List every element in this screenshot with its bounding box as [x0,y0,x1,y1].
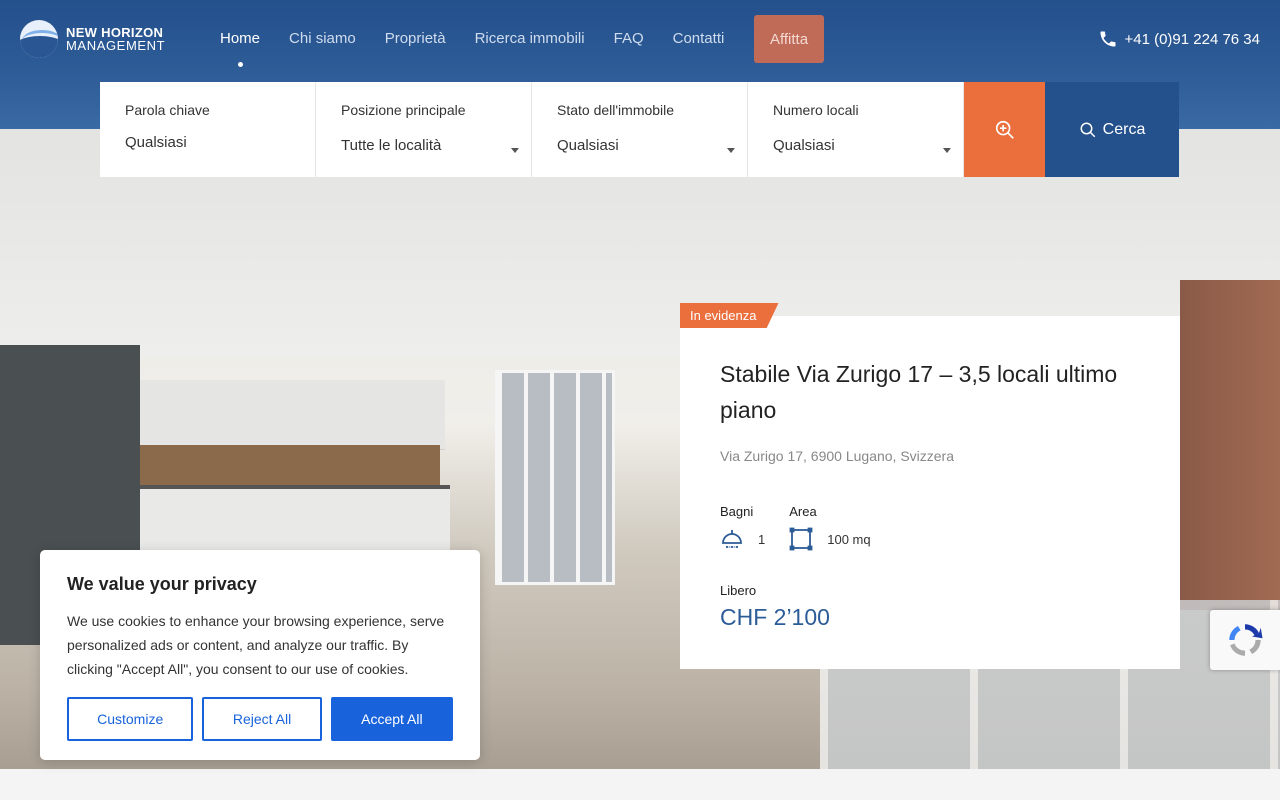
baths-value: 1 [758,531,766,547]
search-button-label: Cerca [1102,120,1146,138]
property-title[interactable]: Stabile Via Zurigo 17 – 3,5 locali ultim… [720,356,1140,428]
shower-icon [722,530,742,548]
phone-number: +41 (0)91 224 76 34 [1124,30,1260,48]
search-bar: Parola chiave Qualsiasi Posizione princi… [100,82,1179,177]
location-label: Posizione principale [341,102,466,118]
area-label: Area [789,504,817,519]
location-select[interactable]: Posizione principale Tutte le località [316,82,532,177]
logo-icon [20,20,58,58]
status-select[interactable]: Stato dell'immobile Qualsiasi [532,82,748,177]
featured-badge: In evidenza [680,303,779,328]
status-value: Qualsiasi [557,137,619,154]
recaptcha-icon [1229,624,1263,656]
area-icon [789,527,813,551]
keyword-label: Parola chiave [125,102,210,118]
property-price: CHF 2’100 [720,604,830,630]
nav-item-faq[interactable]: FAQ [614,30,644,48]
advanced-search-button[interactable] [964,82,1045,177]
area-value: 100 mq [827,531,871,547]
accept-all-button[interactable]: Accept All [330,697,454,741]
phone-link[interactable]: +41 (0)91 224 76 34 [1098,29,1260,49]
baths-label: Bagni [720,504,754,519]
chevron-down-icon [943,148,951,153]
keyword-input[interactable]: Qualsiasi [125,134,290,151]
rooms-label: Numero locali [773,102,859,118]
main-nav: Home Chi siamo Proprietà Ricerca immobil… [220,30,753,67]
logo[interactable]: NEW HORIZON MANAGEMENT [20,20,165,58]
reject-all-button[interactable]: Reject All [202,697,322,741]
phone-icon [1100,31,1116,47]
area-spec: Area 100 mq [789,504,871,551]
nav-item-home[interactable]: Home [220,30,260,67]
property-specs: Bagni 1 Area 100 mq [720,504,1140,551]
cookie-consent-banner: We value your privacy We use cookies to … [40,550,480,760]
location-value: Tutte le località [341,137,442,154]
customize-button[interactable]: Customize [67,697,194,741]
chevron-down-icon [511,148,519,153]
search-icon [1080,122,1095,137]
baths-spec: Bagni 1 [720,504,765,551]
recaptcha-badge[interactable] [1210,610,1280,670]
nav-item-contatti[interactable]: Contatti [673,30,725,48]
nav-item-chi-siamo[interactable]: Chi siamo [289,30,356,48]
nav-item-ricerca-immobili[interactable]: Ricerca immobili [475,30,585,48]
status-label: Stato dell'immobile [557,102,675,118]
availability-status: Libero [720,583,757,598]
affitta-button[interactable]: Affitta [754,15,824,63]
featured-property-card[interactable]: Stabile Via Zurigo 17 – 3,5 locali ultim… [680,316,1180,669]
rooms-value: Qualsiasi [773,137,835,154]
cookie-title: We value your privacy [67,574,257,594]
nav-item-proprieta[interactable]: Proprietà [385,30,446,48]
brand-line2: MANAGEMENT [66,38,166,53]
property-address: Via Zurigo 17, 6900 Lugano, Svizzera [720,448,955,464]
cookie-text: We use cookies to enhance your browsing … [67,613,445,677]
keyword-field[interactable]: Parola chiave Qualsiasi [100,82,316,177]
chevron-down-icon [727,148,735,153]
rooms-select[interactable]: Numero locali Qualsiasi [748,82,964,177]
search-button[interactable]: Cerca [1045,82,1179,177]
zoom-in-icon [995,120,1014,139]
